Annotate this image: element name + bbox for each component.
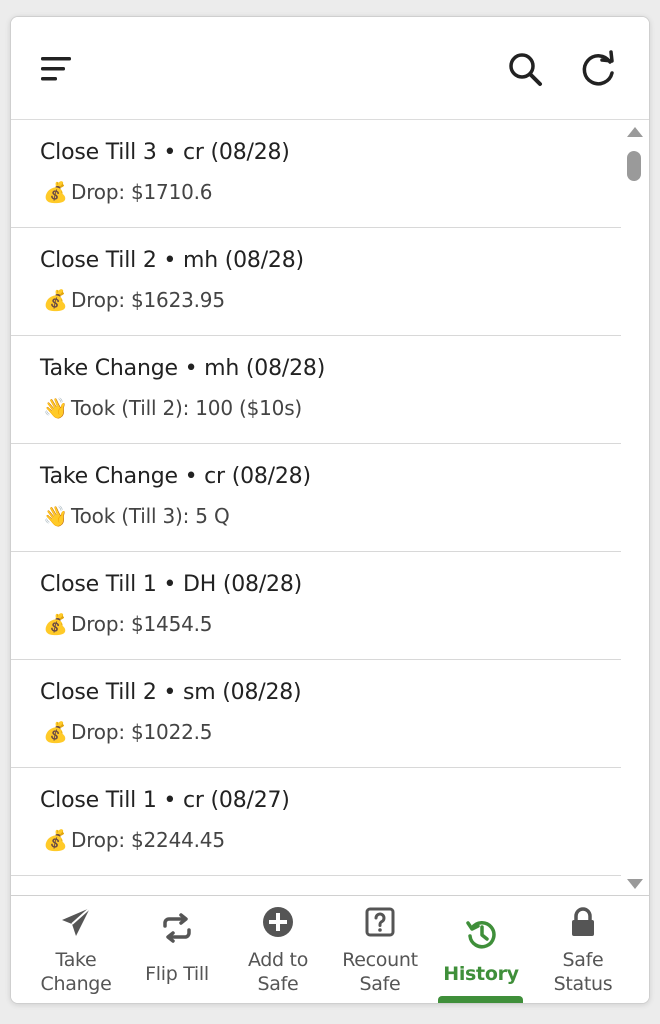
- history-item[interactable]: Close Till 1 • DH (08/28) 💰 Drop: $1454.5: [11, 552, 621, 660]
- nav-take-change[interactable]: Take Change: [23, 896, 129, 1003]
- search-icon: [509, 53, 542, 86]
- history-icon: [466, 920, 496, 949]
- history-item-detail: 💰 Drop: $1022.5: [43, 720, 213, 744]
- paper-plane-icon: [62, 907, 91, 936]
- nav-label: Take Change: [40, 949, 112, 995]
- waving-hand-icon: 👋: [43, 504, 68, 528]
- history-item[interactable]: Close Till 2 • mh (08/28) 💰 Drop: $1623.9…: [11, 228, 621, 336]
- history-item-detail-text: Drop: $1623.95: [71, 288, 225, 312]
- history-item-detail: 💰 Drop: $1454.5: [43, 612, 213, 636]
- plus-circle-icon: [263, 907, 293, 937]
- nav-flip-till[interactable]: Flip Till: [124, 896, 230, 1003]
- history-item-detail: 👋 Took (Till 3): 5 Q: [43, 504, 230, 528]
- swap-arrows-icon: [163, 913, 191, 943]
- history-item-detail-text: Drop: $1710.6: [71, 180, 213, 204]
- nav-safe-status[interactable]: Safe Status: [530, 896, 636, 1003]
- app-window: Close Till 3 • cr (08/28) 💰 Drop: $1710.6…: [10, 16, 650, 1004]
- menu-button[interactable]: [39, 53, 75, 85]
- refresh-icon: [582, 50, 614, 86]
- scroll-down-arrow-icon[interactable]: [627, 879, 643, 889]
- history-item-title: Close Till 1 • cr (08/27): [40, 788, 290, 813]
- history-item-detail-text: Drop: $2244.45: [71, 828, 225, 852]
- money-bag-icon: 💰: [43, 612, 68, 636]
- nav-label: Recount Safe: [342, 949, 418, 995]
- history-item[interactable]: Close Till 3 • cr (08/28) 💰 Drop: $1710.6: [11, 120, 621, 228]
- money-bag-icon: 💰: [43, 720, 68, 744]
- history-item-detail-text: Took (Till 2): 100 ($10s): [71, 396, 303, 420]
- history-item-detail-text: Took (Till 3): 5 Q: [71, 504, 230, 528]
- nav-history[interactable]: History: [428, 896, 534, 1003]
- lock-icon: [572, 907, 594, 936]
- bottom-navigation: Take Change Flip Till Add to Safe Recoun…: [11, 895, 649, 1003]
- refresh-button[interactable]: [579, 49, 619, 89]
- question-box-icon: [365, 907, 395, 937]
- app-bar: [11, 17, 649, 120]
- history-item[interactable]: Take Change • mh (08/28) 👋 Took (Till 2):…: [11, 336, 621, 444]
- history-item-title: Close Till 2 • sm (08/28): [40, 680, 302, 705]
- history-item-title: Take Change • cr (08/28): [40, 464, 311, 489]
- history-item-title: Close Till 3 • cr (08/28): [40, 140, 290, 165]
- history-list: Close Till 3 • cr (08/28) 💰 Drop: $1710.6…: [11, 120, 621, 892]
- search-button[interactable]: [505, 49, 545, 89]
- history-item[interactable]: Take Change • cr (08/28) 👋 Took (Till 3):…: [11, 444, 621, 552]
- active-tab-indicator: [438, 996, 523, 1003]
- history-item-detail: 👋 Took (Till 2): 100 ($10s): [43, 396, 302, 420]
- nav-label: Flip Till: [145, 963, 209, 985]
- scrollbar[interactable]: [623, 123, 645, 893]
- waving-hand-icon: 👋: [43, 396, 68, 420]
- money-bag-icon: 💰: [43, 288, 68, 312]
- scroll-up-arrow-icon[interactable]: [627, 127, 643, 137]
- history-item-detail: 💰 Drop: $1710.6: [43, 180, 213, 204]
- nav-label: Add to Safe: [247, 949, 309, 995]
- scrollbar-thumb[interactable]: [627, 151, 641, 181]
- hamburger-menu-icon: [41, 57, 71, 81]
- history-item-title: Close Till 1 • DH (08/28): [40, 572, 303, 597]
- nav-recount-safe[interactable]: Recount Safe: [327, 896, 433, 1003]
- history-item-title: Take Change • mh (08/28): [40, 356, 326, 381]
- history-item-detail-text: Drop: $1022.5: [71, 720, 213, 744]
- history-item[interactable]: Close Till 2 • sm (08/28) 💰 Drop: $1022.5: [11, 660, 621, 768]
- history-item-title: Close Till 2 • mh (08/28): [40, 248, 304, 273]
- nav-label: Safe Status: [553, 949, 613, 995]
- money-bag-icon: 💰: [43, 828, 68, 852]
- nav-add-to-safe[interactable]: Add to Safe: [225, 896, 331, 1003]
- nav-label: History: [443, 963, 519, 985]
- history-item-detail: 💰 Drop: $1623.95: [43, 288, 225, 312]
- money-bag-icon: 💰: [43, 180, 68, 204]
- history-item[interactable]: Close Till 1 • cr (08/27) 💰 Drop: $2244.4…: [11, 768, 621, 876]
- history-item-detail-text: Drop: $1454.5: [71, 612, 213, 636]
- history-item-detail: 💰 Drop: $2244.45: [43, 828, 225, 852]
